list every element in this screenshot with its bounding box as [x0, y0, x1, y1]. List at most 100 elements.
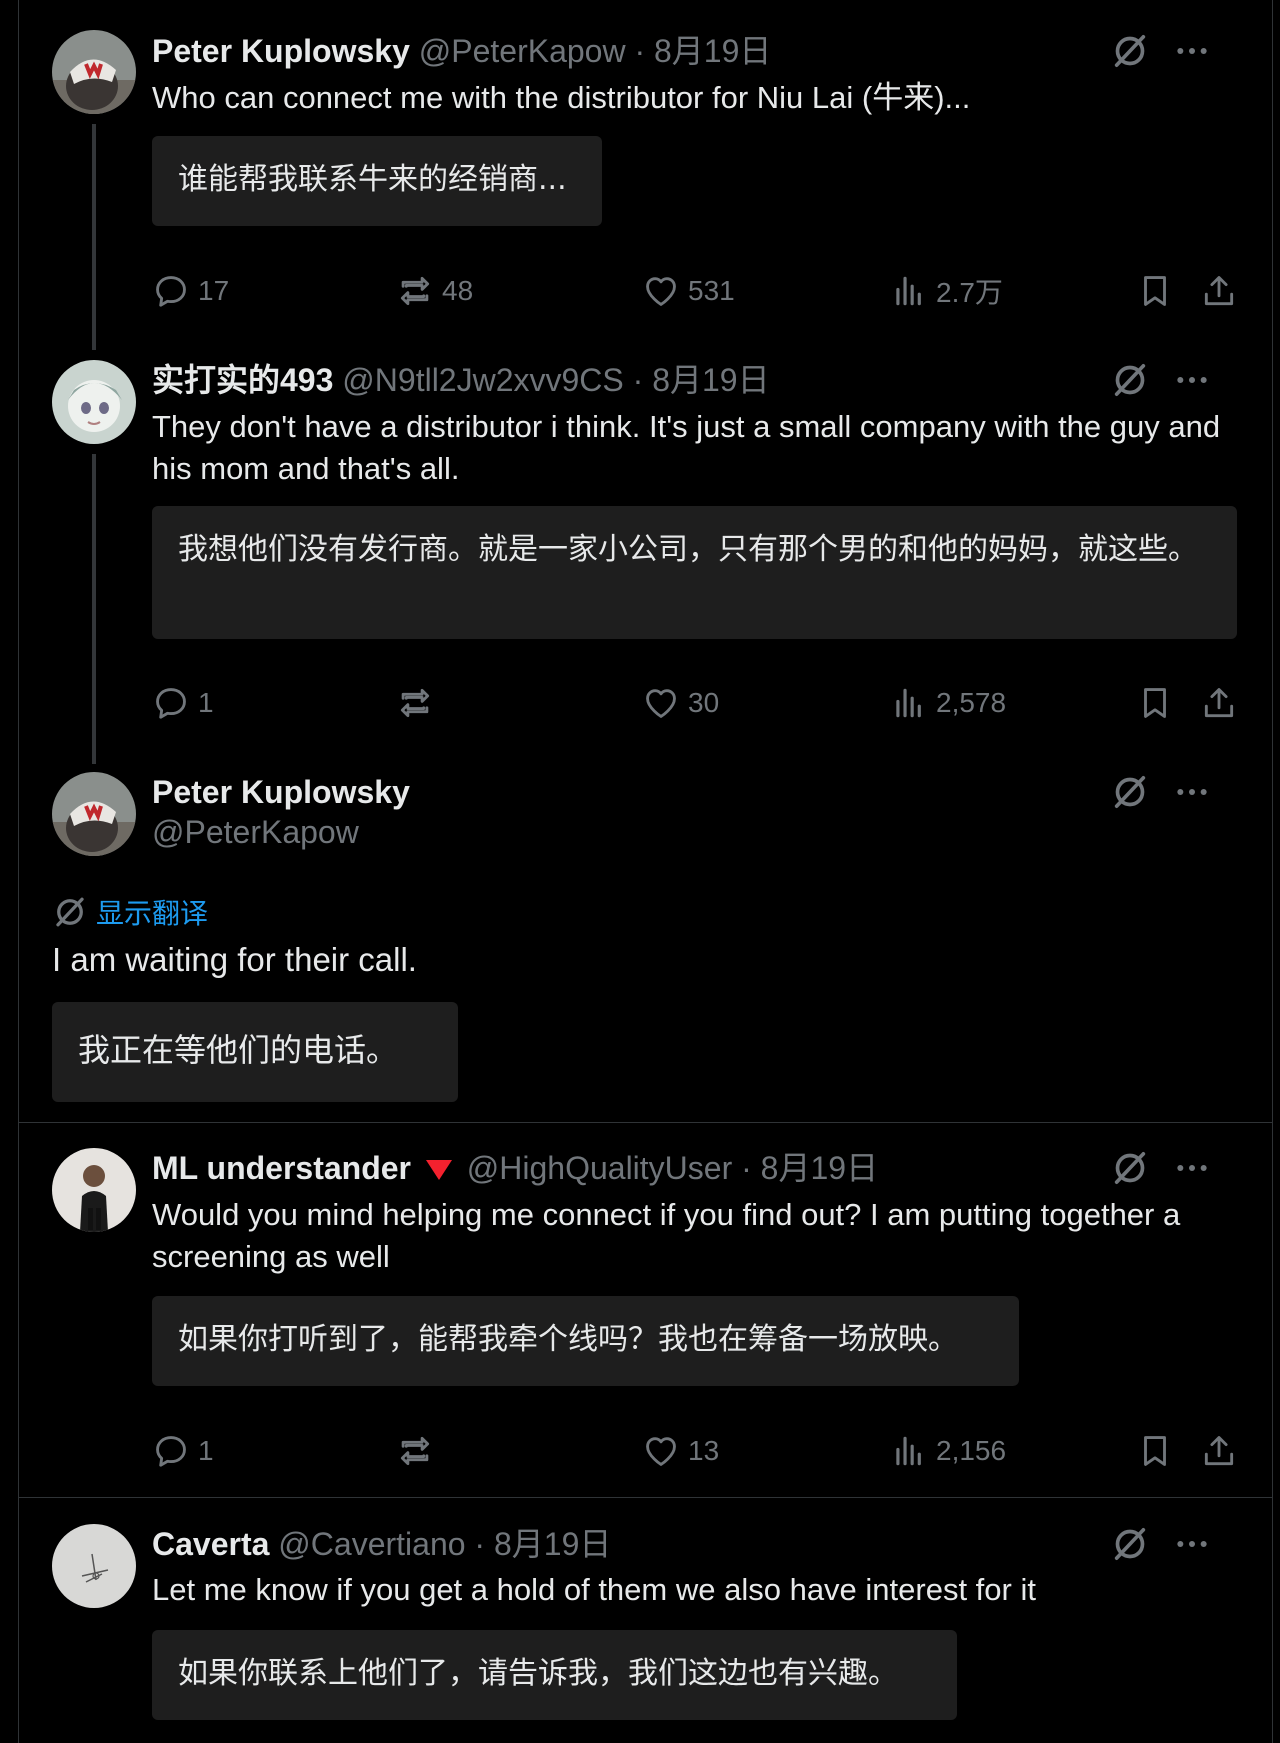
- post-header: 实打实的493 @N9tll2Jw2xvv9CS · 8月19日: [152, 360, 770, 400]
- grok-translate-icon[interactable]: [1110, 1524, 1150, 1564]
- views-icon: [890, 1432, 928, 1470]
- grok-translate-icon: [52, 894, 88, 930]
- more-icon[interactable]: [1172, 31, 1212, 71]
- translation-box: 如果你联系上他们了，请告诉我，我们这边也有兴趣。: [152, 1630, 957, 1720]
- repost-button[interactable]: 48: [396, 271, 473, 311]
- reply-button[interactable]: 1: [152, 683, 214, 723]
- reply-button[interactable]: 17: [152, 271, 229, 311]
- display-name[interactable]: 实打实的493: [152, 362, 333, 398]
- more-icon[interactable]: [1172, 1148, 1212, 1188]
- post-header: Peter Kuplowsky @PeterKapow · 8月19日: [152, 31, 771, 71]
- views-icon: [890, 272, 928, 310]
- bookmark-button[interactable]: [1136, 683, 1182, 723]
- repost-icon: [396, 1432, 434, 1470]
- avatar[interactable]: [52, 1148, 136, 1232]
- post-actions: 1 30 2,578: [152, 683, 1242, 723]
- repost-icon: [396, 684, 434, 722]
- views-button[interactable]: 2,578: [890, 683, 1006, 723]
- view-count: 2,578: [936, 687, 1007, 718]
- user-handle[interactable]: @N9tll2Jw2xvv9CS: [342, 362, 623, 398]
- grok-translate-icon[interactable]: [1110, 360, 1150, 400]
- post-text: Who can connect me with the distributor …: [152, 80, 971, 115]
- bookmark-button[interactable]: [1136, 1431, 1182, 1471]
- reply-icon: [152, 272, 190, 310]
- thread-line: [92, 454, 96, 764]
- more-icon[interactable]: [1172, 772, 1212, 812]
- user-handle[interactable]: @Cavertiano: [278, 1526, 465, 1562]
- repost-icon: [396, 272, 434, 310]
- reply-count: 17: [198, 275, 230, 306]
- translation-box: 我想他们没有发行商。就是一家小公司，只有那个男的和他的妈妈，就这些。: [152, 506, 1237, 639]
- views-button[interactable]: 2.7万: [890, 271, 1003, 311]
- like-button[interactable]: 13: [642, 1431, 719, 1471]
- reply-icon: [152, 684, 190, 722]
- avatar[interactable]: [52, 30, 136, 114]
- share-button[interactable]: [1200, 271, 1246, 311]
- grok-translate-icon[interactable]: [1110, 772, 1150, 812]
- translation-box: 我正在等他们的电话。: [52, 1002, 458, 1102]
- avatar[interactable]: [52, 1524, 136, 1608]
- timeline-right-border: [1272, 0, 1273, 1743]
- post-header: Caverta @Cavertiano · 8月19日: [152, 1524, 611, 1564]
- like-button[interactable]: 531: [642, 271, 735, 311]
- share-icon: [1200, 1432, 1238, 1470]
- post-date[interactable]: · 8月19日: [741, 1150, 878, 1186]
- share-icon: [1200, 684, 1238, 722]
- like-count: 13: [688, 1435, 720, 1466]
- post-header: ML understander @HighQualityUser · 8月19日: [152, 1148, 878, 1188]
- post-text: They don't have a distributor i think. I…: [152, 409, 1221, 486]
- user-handle[interactable]: @PeterKapow: [419, 33, 626, 69]
- share-button[interactable]: [1200, 683, 1246, 723]
- avatar[interactable]: [52, 360, 136, 444]
- display-name[interactable]: Peter Kuplowsky: [152, 33, 410, 69]
- reply-count: 1: [198, 687, 214, 718]
- like-button[interactable]: 30: [642, 683, 719, 723]
- post-text: Would you mind helping me connect if you…: [152, 1197, 1181, 1274]
- avatar[interactable]: [52, 772, 136, 856]
- bookmark-icon: [1136, 1432, 1174, 1470]
- post-actions: 17 48 531 2.7万: [152, 271, 1242, 311]
- post-header: Peter Kuplowsky @PeterKapow: [152, 772, 410, 852]
- like-icon: [642, 684, 680, 722]
- share-icon: [1200, 272, 1238, 310]
- like-icon: [642, 1432, 680, 1470]
- reply-button[interactable]: 1: [152, 1431, 214, 1471]
- post-date[interactable]: · 8月19日: [633, 362, 770, 398]
- more-icon[interactable]: [1172, 360, 1212, 400]
- repost-button[interactable]: [396, 683, 442, 723]
- repost-button[interactable]: [396, 1431, 442, 1471]
- like-icon: [642, 272, 680, 310]
- display-name[interactable]: Caverta: [152, 1526, 269, 1562]
- post-actions: 1 13 2,156: [152, 1431, 1242, 1471]
- views-button[interactable]: 2,156: [890, 1431, 1006, 1471]
- divider: [18, 1122, 1272, 1123]
- post-date[interactable]: · 8月19日: [474, 1526, 611, 1562]
- display-name[interactable]: ML understander: [152, 1150, 411, 1186]
- reply-count: 1: [198, 1435, 214, 1466]
- show-translation-label: 显示翻译: [96, 898, 209, 929]
- like-count: 30: [688, 687, 720, 718]
- bookmark-button[interactable]: [1136, 271, 1182, 311]
- divider: [18, 1497, 1272, 1498]
- timeline-left-border: [18, 0, 19, 1743]
- more-icon[interactable]: [1172, 1524, 1212, 1564]
- translation-box: 谁能帮我联系牛来的经销商...: [152, 136, 602, 226]
- user-handle[interactable]: @HighQualityUser: [467, 1150, 732, 1186]
- thread-line: [92, 124, 96, 350]
- translation-box: 如果你打听到了，能帮我牵个线吗？我也在筹备一场放映。: [152, 1296, 1019, 1386]
- views-icon: [890, 684, 928, 722]
- grok-translate-icon[interactable]: [1110, 31, 1150, 71]
- view-count: 2.7万: [936, 277, 1003, 308]
- bookmark-icon: [1136, 684, 1174, 722]
- post-text: I am waiting for their call.: [52, 941, 417, 978]
- repost-count: 48: [442, 275, 474, 306]
- display-name[interactable]: Peter Kuplowsky: [152, 772, 410, 812]
- share-button[interactable]: [1200, 1431, 1246, 1471]
- post-text: Let me know if you get a hold of them we…: [152, 1572, 1036, 1607]
- like-count: 531: [688, 275, 735, 306]
- grok-translate-icon[interactable]: [1110, 1148, 1150, 1188]
- user-handle[interactable]: @PeterKapow: [152, 812, 410, 852]
- show-translation-link[interactable]: 显示翻译: [52, 892, 208, 932]
- reply-icon: [152, 1432, 190, 1470]
- post-date[interactable]: · 8月19日: [634, 33, 771, 69]
